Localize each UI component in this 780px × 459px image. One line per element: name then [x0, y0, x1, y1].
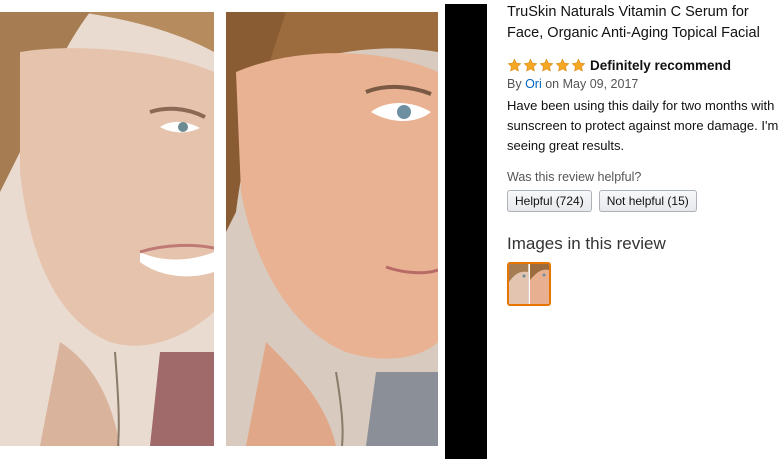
product-title-line2[interactable]: Face, Organic Anti-Aging Topical Facial	[507, 23, 780, 44]
star-icon	[555, 57, 570, 72]
review-body: Have been using this daily for two month…	[507, 96, 780, 156]
author-link[interactable]: Ori	[525, 77, 542, 91]
star-icon	[523, 57, 538, 72]
by-prefix: By	[507, 77, 522, 91]
helpful-buttons: Helpful (724) Not helpful (15)	[507, 190, 780, 212]
review-body-line1: Have been using this daily for two month…	[507, 98, 775, 113]
thumbnail-image	[509, 264, 549, 304]
star-icon	[507, 57, 522, 72]
image-divider-bar	[445, 4, 487, 459]
rating-row: Definitely recommend	[507, 56, 780, 74]
product-title-line1[interactable]: TruSkin Naturals Vitamin C Serum for	[507, 2, 780, 23]
product-title[interactable]: TruSkin Naturals Vitamin C Serum for Fac…	[507, 2, 780, 44]
after-face-image	[226, 12, 438, 446]
review-body-line3: seeing great results.	[507, 138, 625, 153]
not-helpful-button[interactable]: Not helpful (15)	[598, 190, 697, 212]
review-photo-before[interactable]	[0, 12, 214, 446]
review-panel: TruSkin Naturals Vitamin C Serum for Fac…	[507, 0, 780, 306]
review-body-line2: sunscreen to protect against more damage…	[507, 118, 779, 133]
star-rating	[507, 57, 586, 73]
review-photo-after[interactable]	[226, 12, 438, 446]
helpful-button[interactable]: Helpful (724)	[507, 190, 592, 212]
before-face-image	[0, 12, 214, 446]
review-date: on May 09, 2017	[545, 77, 639, 91]
review-image-thumbnail[interactable]	[507, 262, 551, 306]
helpful-question: Was this review helpful?	[507, 170, 642, 184]
star-icon	[539, 57, 554, 72]
review-headline[interactable]: Definitely recommend	[590, 58, 731, 73]
images-section-title: Images in this review	[507, 234, 666, 253]
star-icon	[571, 57, 586, 72]
review-byline: By Ori on May 09, 2017	[507, 77, 780, 91]
